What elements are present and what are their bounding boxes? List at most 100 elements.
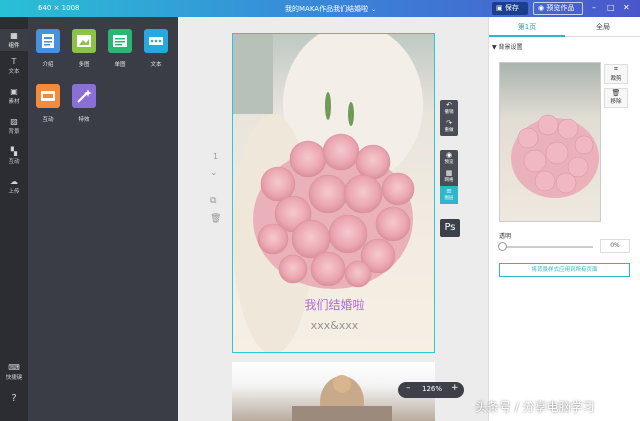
remove-label: 移除 xyxy=(610,99,622,105)
tab-page[interactable]: 第1页 xyxy=(489,17,565,37)
maximize-icon[interactable]: □ xyxy=(607,3,615,12)
tab-global[interactable]: 全局 xyxy=(565,17,640,37)
multi-image-icon xyxy=(77,35,91,47)
page-number: 1 xyxy=(213,152,219,161)
tile-label: 互动 xyxy=(42,117,54,123)
watermark: 头条号 / 分享电脑学习 xyxy=(475,400,595,414)
rail-item-label: 上传 xyxy=(8,189,20,195)
page-heading[interactable]: 我们结婚啦 xyxy=(233,296,434,313)
tile-label: 多图 xyxy=(78,62,90,68)
page-canvas[interactable]: 我们结婚啦 xxx&xxx xyxy=(232,33,435,353)
rail-item-label: 互动 xyxy=(8,159,20,165)
preview-label: 预览作品 xyxy=(546,4,575,12)
trash-icon[interactable]: 🗑 xyxy=(210,214,221,224)
preview-button[interactable]: ◉ 预览作品 xyxy=(533,2,583,15)
grid-toggle-label: 网格 xyxy=(444,178,454,183)
opacity-slider-track[interactable] xyxy=(501,246,593,248)
document-title-text: 我的MAKA作品我们结婚啦 xyxy=(285,5,369,13)
magic-wand-icon xyxy=(77,89,92,103)
redo-button[interactable]: ↷ 重做 xyxy=(440,118,458,136)
photoshop-button[interactable]: Ps xyxy=(440,219,460,237)
rail-item-shortcuts[interactable]: ⌨ 快捷键 xyxy=(0,363,28,381)
crop-label: 裁剪 xyxy=(610,76,622,82)
apply-to-all-pages-button[interactable]: 将背景样式应用到所有页面 xyxy=(499,263,630,277)
eye-icon: ◉ xyxy=(538,4,545,12)
image-icon: ▣ xyxy=(10,87,18,96)
rail-item-label: 组件 xyxy=(8,43,20,49)
tile-label: 单图 xyxy=(114,62,126,68)
redo-label: 重做 xyxy=(444,128,454,133)
keyboard-icon: ⌨ xyxy=(8,363,20,372)
chevron-down-icon[interactable]: ⌄ xyxy=(210,168,218,178)
undo-button[interactable]: ↶ 撤销 xyxy=(440,100,458,118)
tile-effects[interactable] xyxy=(72,84,96,108)
grid-icon: ▦ xyxy=(445,169,453,177)
rail-item-components[interactable]: ▦ 组件 xyxy=(0,29,28,51)
single-image-icon xyxy=(113,35,127,47)
view-toolbar: ◉ 预览 ▦ 网格 ≡ 图层 xyxy=(440,150,458,204)
tile-label: 介绍 xyxy=(42,62,54,68)
canvas-dimensions: 640 × 1008 xyxy=(38,4,80,12)
text-icon: T xyxy=(11,57,17,66)
page-subheading[interactable]: xxx&xxx xyxy=(233,319,434,332)
text-block-icon xyxy=(149,37,163,45)
left-rail: ▦ 组件 T 文本 ▣ 素材 ▨ 背景 ▚ 互动 ☁ 上传 ⌨ 快捷键 ? xyxy=(0,17,28,421)
tile-multi-image[interactable] xyxy=(72,29,96,53)
rail-item-background[interactable]: ▨ 背景 xyxy=(0,117,28,135)
rail-item-label: 素材 xyxy=(8,99,20,105)
components-panel: 介绍 多图 单图 文本 互动 特效 xyxy=(28,17,178,421)
bouquet-thumbnail-photo xyxy=(511,114,599,198)
zoom-level: 126% xyxy=(422,385,443,393)
tile-interact[interactable] xyxy=(36,84,60,108)
crop-button[interactable]: ⌗ 裁剪 xyxy=(604,64,628,84)
opacity-label: 透明 xyxy=(499,233,512,240)
duplicate-page-icon[interactable]: ⧉ xyxy=(210,196,216,206)
undo-icon: ↶ xyxy=(446,101,452,109)
close-icon[interactable]: ✕ xyxy=(623,3,630,12)
zoom-control: – 126% + xyxy=(398,382,464,398)
rail-item-label: 文本 xyxy=(8,69,20,75)
history-toolbar: ↶ 撤销 ↷ 重做 xyxy=(440,100,458,136)
opacity-value-input[interactable]: 0% xyxy=(600,239,630,253)
preview-toggle-label: 预览 xyxy=(444,160,454,165)
cloud-upload-icon: ☁ xyxy=(10,177,18,186)
rail-item-materials[interactable]: ▣ 素材 xyxy=(0,87,28,105)
help-icon[interactable]: ? xyxy=(0,393,28,404)
zoom-out-icon[interactable]: – xyxy=(406,383,411,393)
undo-label: 撤销 xyxy=(444,110,454,115)
layers-toggle[interactable]: ≡ 图层 xyxy=(440,186,458,204)
rail-item-upload[interactable]: ☁ 上传 xyxy=(0,177,28,195)
rail-item-text[interactable]: T 文本 xyxy=(0,57,28,75)
zoom-in-icon[interactable]: + xyxy=(451,383,459,393)
interact-icon xyxy=(41,91,55,101)
eye-icon: ◉ xyxy=(445,151,453,159)
layers-toggle-label: 图层 xyxy=(444,196,454,201)
preview-toggle[interactable]: ◉ 预览 xyxy=(440,150,458,168)
redo-icon: ↷ xyxy=(446,119,452,127)
tile-single-image[interactable] xyxy=(108,29,132,53)
properties-panel: 第1页 全局 ▼ 背景设置 ⌗ 裁剪 🗑 移除 透明 0% 将背景样式应用到所有… xyxy=(488,17,640,421)
components-icon: ▦ xyxy=(10,31,18,40)
save-label: 保存 xyxy=(504,4,519,12)
trash-icon: 🗑 xyxy=(611,89,621,97)
intro-card-icon xyxy=(42,34,54,48)
top-bar: 640 × 1008 我的MAKA作品我们结婚啦 ⌄ ▣ 保存 ◉ 预览作品 – … xyxy=(0,0,640,17)
minimize-icon[interactable]: – xyxy=(592,3,596,12)
tile-intro[interactable] xyxy=(36,29,60,53)
save-button[interactable]: ▣ 保存 xyxy=(492,2,528,15)
document-title[interactable]: 我的MAKA作品我们结婚啦 ⌄ xyxy=(285,4,376,14)
interact-icon: ▚ xyxy=(10,147,18,156)
opacity-slider-handle[interactable] xyxy=(498,242,507,251)
rail-item-label: 快捷键 xyxy=(5,375,23,381)
tile-label: 特效 xyxy=(78,117,90,123)
chevron-down-icon: ⌄ xyxy=(371,6,377,13)
background-thumbnail[interactable] xyxy=(499,62,601,222)
remove-button[interactable]: 🗑 移除 xyxy=(604,88,628,108)
grid-toggle[interactable]: ▦ 网格 xyxy=(440,168,458,186)
layers-icon: ≡ xyxy=(446,187,452,195)
crop-icon: ⌗ xyxy=(614,65,618,73)
save-icon: ▣ xyxy=(496,4,503,12)
tile-text[interactable] xyxy=(144,29,168,53)
background-section-title[interactable]: ▼ 背景设置 xyxy=(492,42,523,51)
rail-item-interact[interactable]: ▚ 互动 xyxy=(0,147,28,165)
